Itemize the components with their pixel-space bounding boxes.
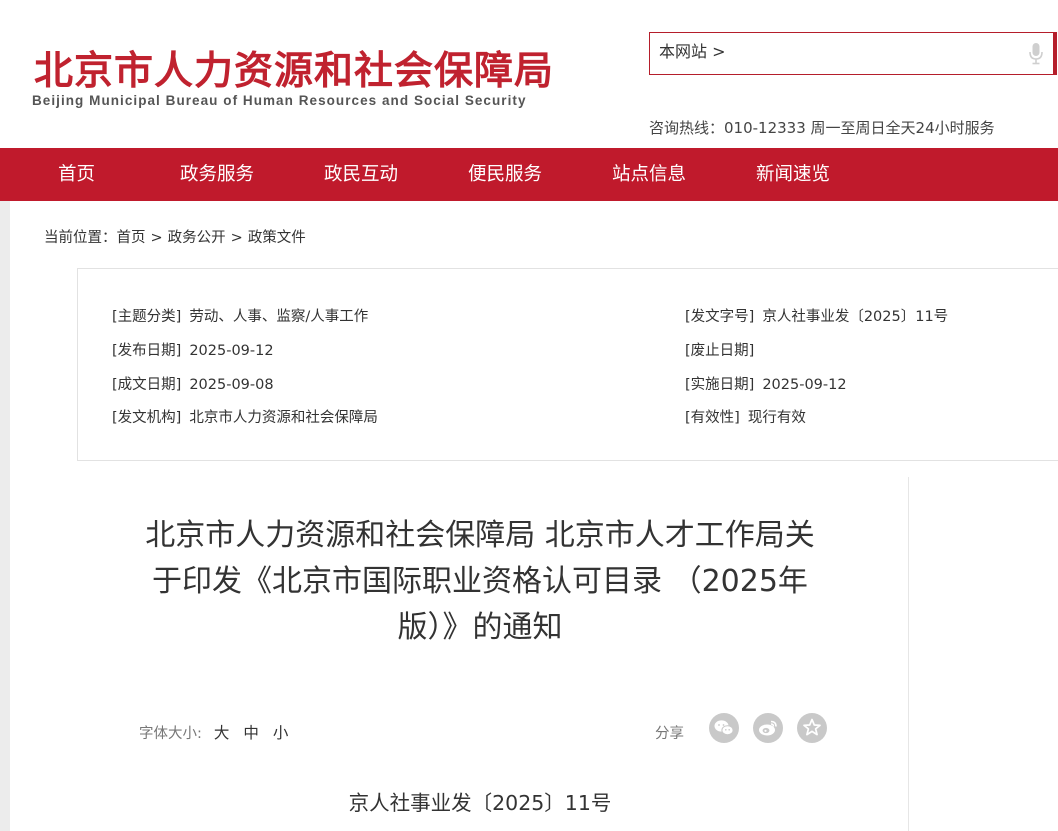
metadata-key: [发文机构]: [112, 410, 182, 426]
content-divider: [908, 477, 909, 831]
metadata-value: 劳动、人事、监察/人事工作: [189, 309, 369, 325]
share-label: 分享: [655, 726, 684, 742]
metadata-effective-date: [实施日期] 2025-09-12: [685, 373, 847, 394]
metadata-key: [实施日期]: [685, 377, 755, 393]
nav-item-convenience-services[interactable]: 便民服务: [468, 148, 542, 201]
site-logo-chinese[interactable]: 北京市人力资源和社会保障局: [34, 40, 554, 96]
metadata-issuer: [发文机构] 北京市人力资源和社会保障局: [112, 406, 378, 427]
font-size-controls: 字体大小: 大中小: [139, 721, 302, 743]
search-box: [649, 32, 1057, 75]
metadata-subject: [主题分类] 劳动、人事、监察/人事工作: [112, 305, 368, 326]
metadata-key: [主题分类]: [112, 309, 182, 325]
breadcrumb-separator: >: [150, 230, 163, 246]
nav-item-site-info[interactable]: 站点信息: [612, 148, 686, 201]
left-margin-strip: [0, 201, 10, 831]
microphone-icon[interactable]: [1028, 42, 1044, 66]
hotline-text: 咨询热线：010-12333 周一至周日全天24小时服务: [649, 119, 995, 137]
metadata-value: 2025-09-12: [762, 377, 847, 393]
font-size-small-button[interactable]: 小: [273, 724, 289, 742]
metadata-value: 2025-09-08: [189, 377, 274, 393]
main-nav: 首页 政务服务 政民互动 便民服务 站点信息 新闻速览: [0, 148, 1058, 201]
metadata-key: [发布日期]: [112, 343, 182, 359]
metadata-validity: [有效性] 现行有效: [685, 406, 806, 427]
article-title-line: 于印发《北京市国际职业资格认可目录 （2025年: [152, 564, 808, 599]
article-title-line: 版）》的通知: [397, 610, 563, 645]
metadata-value: 北京市人力资源和社会保障局: [189, 410, 378, 426]
nav-item-news[interactable]: 新闻速览: [756, 148, 830, 201]
metadata-key: [成文日期]: [112, 377, 182, 393]
metadata-value: 京人社事业发〔2025〕11号: [762, 309, 949, 325]
metadata-written-date: [成文日期] 2025-09-08: [112, 373, 274, 394]
page: 北京市人力资源和社会保障局 Beijing Municipal Bureau o…: [0, 0, 1058, 831]
article-title: 北京市人力资源和社会保障局 北京市人才工作局关 于印发《北京市国际职业资格认可目…: [110, 513, 850, 651]
nav-item-home[interactable]: 首页: [58, 148, 95, 201]
favorite-star-icon[interactable]: [797, 713, 827, 743]
document-metadata-box: [主题分类] 劳动、人事、监察/人事工作 [发文字号] 京人社事业发〔2025〕11…: [77, 268, 1058, 461]
metadata-document-number: [发文字号] 京人社事业发〔2025〕11号: [685, 305, 948, 326]
nav-item-government-services[interactable]: 政务服务: [180, 148, 254, 201]
metadata-value: 现行有效: [747, 410, 806, 426]
document-number: 京人社事业发〔2025〕11号: [348, 791, 612, 815]
breadcrumb-policy-documents[interactable]: 政策文件: [248, 230, 306, 246]
article-title-line: 北京市人力资源和社会保障局 北京市人才工作局关: [145, 518, 815, 553]
font-size-large-button[interactable]: 大: [214, 724, 230, 742]
metadata-key: [发文字号]: [685, 309, 755, 325]
breadcrumb: 当前位置：首页 > 政务公开 > 政策文件: [44, 226, 306, 247]
metadata-key: [有效性]: [685, 410, 740, 426]
breadcrumb-separator: >: [230, 230, 243, 246]
metadata-value: 2025-09-12: [189, 343, 274, 359]
nav-item-public-interaction[interactable]: 政民互动: [324, 148, 398, 201]
metadata-key: [废止日期]: [685, 343, 755, 359]
breadcrumb-home[interactable]: 首页: [117, 230, 146, 246]
site-header: 北京市人力资源和社会保障局 Beijing Municipal Bureau o…: [0, 0, 1058, 148]
breadcrumb-government-affairs[interactable]: 政务公开: [168, 230, 226, 246]
metadata-abolish-date: [废止日期]: [685, 339, 762, 360]
wechat-icon[interactable]: [709, 713, 739, 743]
search-input[interactable]: [659, 38, 1019, 62]
metadata-publish-date: [发布日期] 2025-09-12: [112, 339, 274, 360]
font-size-label: 字体大小:: [139, 726, 202, 742]
weibo-icon[interactable]: [753, 713, 783, 743]
site-logo-english[interactable]: Beijing Municipal Bureau of Human Resour…: [32, 93, 527, 108]
breadcrumb-label: 当前位置：: [44, 230, 117, 246]
font-size-medium-button[interactable]: 中: [243, 724, 259, 742]
